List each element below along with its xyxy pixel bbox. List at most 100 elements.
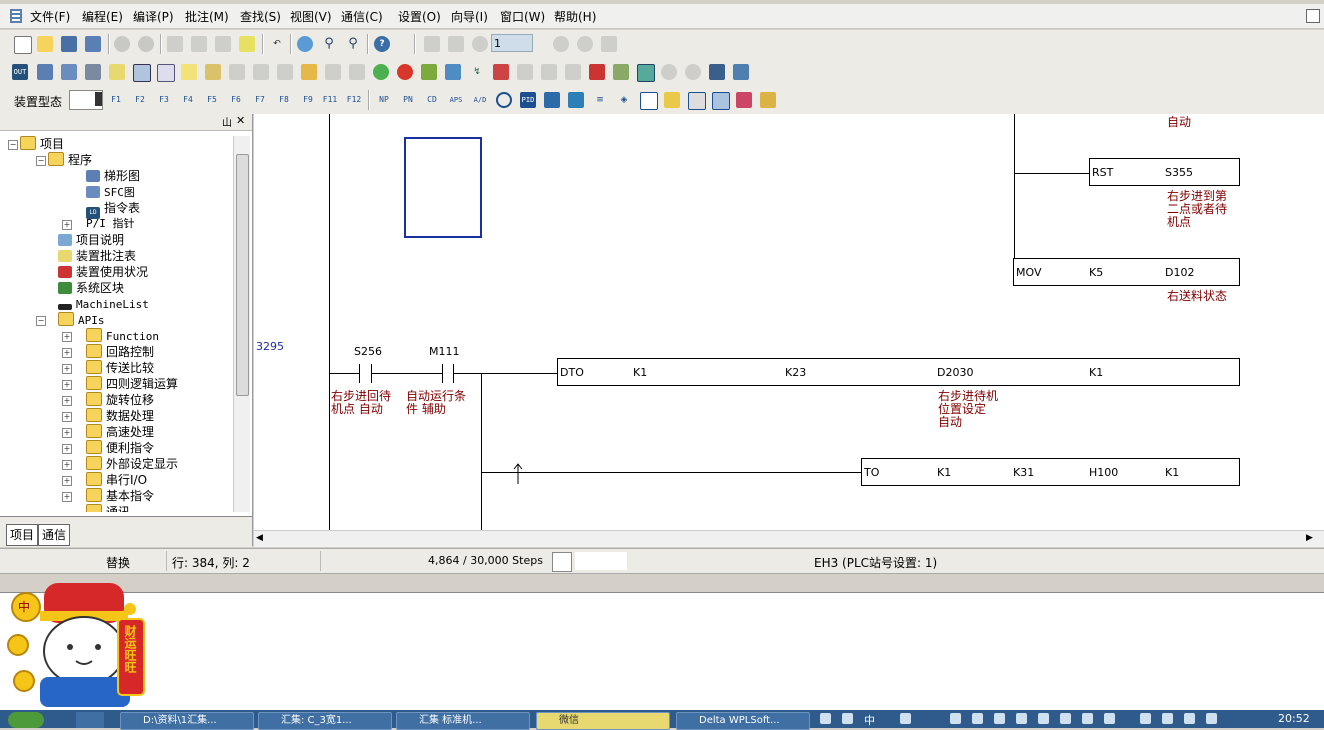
tree-project-description[interactable]: 项目说明 xyxy=(58,232,124,248)
collapse-root-icon[interactable]: − xyxy=(8,140,18,150)
grid-2-icon[interactable] xyxy=(688,92,706,110)
register-icon[interactable] xyxy=(760,92,776,108)
menu-window[interactable]: 窗口(W) xyxy=(500,8,545,25)
minus-icon[interactable] xyxy=(553,36,569,52)
monitor-down-icon[interactable] xyxy=(445,64,461,80)
taskbar-item-doc-1[interactable]: 汇集: C_3宽1... xyxy=(258,712,392,730)
zoom-in-icon[interactable]: ⚲ xyxy=(321,36,337,52)
f2-icon[interactable]: F2 xyxy=(132,92,148,108)
network-icon[interactable] xyxy=(709,64,725,80)
mail-icon[interactable] xyxy=(664,92,680,108)
table-2-icon[interactable] xyxy=(640,92,658,110)
tree-api-convenience[interactable]: 便利指令 xyxy=(86,440,154,456)
stop-icon[interactable] xyxy=(397,64,413,80)
expand-icon[interactable]: + xyxy=(62,364,72,374)
table-icon[interactable] xyxy=(157,64,175,82)
grid-icon[interactable] xyxy=(181,64,197,80)
tree-api-transfer[interactable]: 传送比较 xyxy=(86,360,154,376)
cursor-box[interactable] xyxy=(404,137,482,238)
help-icon[interactable]: ? xyxy=(374,36,390,52)
tree-api-rotate[interactable]: 旋转位移 xyxy=(86,392,154,408)
tray-icon[interactable] xyxy=(1060,713,1071,724)
net-icon[interactable] xyxy=(517,64,533,80)
tray-icon[interactable] xyxy=(1016,713,1027,724)
expand-icon[interactable]: + xyxy=(62,428,72,438)
expand-icon[interactable]: + xyxy=(62,444,72,454)
pencil-icon[interactable] xyxy=(205,64,221,80)
print-icon[interactable] xyxy=(85,64,101,80)
expand-icon[interactable]: + xyxy=(62,348,72,358)
np-icon[interactable]: NP xyxy=(376,92,392,108)
device-icon[interactable] xyxy=(349,64,365,80)
ladder-editor[interactable]: 自动 RST S355 右步进到第 二点或者待 机点 MOV K5 D102 右… xyxy=(254,114,1324,530)
chart-icon[interactable] xyxy=(568,92,584,108)
clock[interactable]: 20:52 xyxy=(1278,712,1310,725)
expand-pi-icon[interactable]: + xyxy=(62,220,72,230)
tree-device-comments[interactable]: 装置批注表 xyxy=(58,248,136,264)
search-icon[interactable] xyxy=(661,64,677,80)
f5-icon[interactable]: F5 xyxy=(204,92,220,108)
rung-2-icon[interactable] xyxy=(613,64,629,80)
net-2-icon[interactable] xyxy=(541,64,557,80)
desktop-button[interactable] xyxy=(76,712,104,728)
tree-api-basic[interactable]: 基本指令 xyxy=(86,488,154,504)
eraser-icon[interactable] xyxy=(239,36,255,52)
sort-icon[interactable]: ≡ xyxy=(592,92,608,108)
scroll-right-icon[interactable]: ▶ xyxy=(1306,533,1313,543)
bubble-icon[interactable] xyxy=(229,64,245,80)
tree-api-serial[interactable]: 串行I/O xyxy=(86,472,147,488)
forward-icon[interactable] xyxy=(601,36,617,52)
tree-api-arithmetic[interactable]: 四则逻辑运算 xyxy=(86,376,178,392)
expand-icon[interactable]: + xyxy=(62,332,72,342)
tree-api-function[interactable]: Function xyxy=(86,328,159,344)
tray-icon[interactable] xyxy=(1104,713,1115,724)
pin-icon[interactable] xyxy=(277,64,293,80)
aps-icon[interactable]: APS xyxy=(448,92,464,108)
tree-pi-pointer[interactable]: P/I 指针 xyxy=(86,216,135,232)
tree-ladder[interactable]: 梯形图 xyxy=(86,168,140,184)
mov-instruction[interactable] xyxy=(1013,258,1240,286)
menu-search[interactable]: 查找(S) xyxy=(240,8,281,25)
f7-icon[interactable]: F7 xyxy=(252,92,268,108)
tray-icon[interactable] xyxy=(1082,713,1093,724)
tree-machine-list[interactable]: MachineList xyxy=(58,296,149,312)
f11-icon[interactable]: F11 xyxy=(322,92,338,108)
menu-settings[interactable]: 设置(O) xyxy=(398,8,441,25)
dto-instruction[interactable] xyxy=(557,358,1240,386)
menu-communication[interactable]: 通信(C) xyxy=(341,8,383,25)
undo-icon[interactable]: ↶ xyxy=(269,36,285,52)
globe-icon[interactable] xyxy=(373,64,389,80)
tray-icon[interactable] xyxy=(1038,713,1049,724)
ladder-hscrollbar[interactable]: ◀ ▶ xyxy=(254,530,1324,547)
network-2-icon[interactable] xyxy=(544,92,560,108)
settings-icon[interactable] xyxy=(736,92,752,108)
expand-icon[interactable]: + xyxy=(62,396,72,406)
tree-api-external[interactable]: 外部设定显示 xyxy=(86,456,178,472)
collapse-program-icon[interactable]: − xyxy=(36,156,46,166)
ladder-list-icon[interactable] xyxy=(301,64,317,80)
ime-indicator[interactable]: 中 xyxy=(864,712,875,728)
tree-apis[interactable]: APIs xyxy=(58,312,105,328)
zoom-out-icon[interactable]: ⚲ xyxy=(345,36,361,52)
dot-icon[interactable] xyxy=(325,64,341,80)
menu-file[interactable]: 文件(F) xyxy=(30,8,70,25)
disconnect-icon[interactable] xyxy=(138,36,154,52)
window-restore-button[interactable] xyxy=(1306,9,1320,23)
tray-icon[interactable] xyxy=(842,713,853,724)
new-file-icon[interactable] xyxy=(14,36,32,54)
to-instruction[interactable] xyxy=(861,458,1240,486)
close-icon[interactable]: ✕ xyxy=(236,114,245,127)
f3-icon[interactable]: F3 xyxy=(156,92,172,108)
open-folder-icon[interactable] xyxy=(37,36,53,52)
menu-comment[interactable]: 批注(M) xyxy=(185,8,229,25)
stop-mode-icon[interactable] xyxy=(448,36,464,52)
instruction-list-mode-icon[interactable]: OUT xyxy=(12,64,28,80)
tray-icon[interactable] xyxy=(820,713,831,724)
rung-icon[interactable] xyxy=(589,64,605,80)
menu-wizard[interactable]: 向导(I) xyxy=(451,8,488,25)
save-icon[interactable] xyxy=(61,36,77,52)
tree-device-usage[interactable]: 装置使用状况 xyxy=(58,264,148,280)
f8-icon[interactable]: F8 xyxy=(276,92,292,108)
timer-icon[interactable] xyxy=(496,92,512,108)
tree-sfc[interactable]: SFC图 xyxy=(86,184,135,200)
